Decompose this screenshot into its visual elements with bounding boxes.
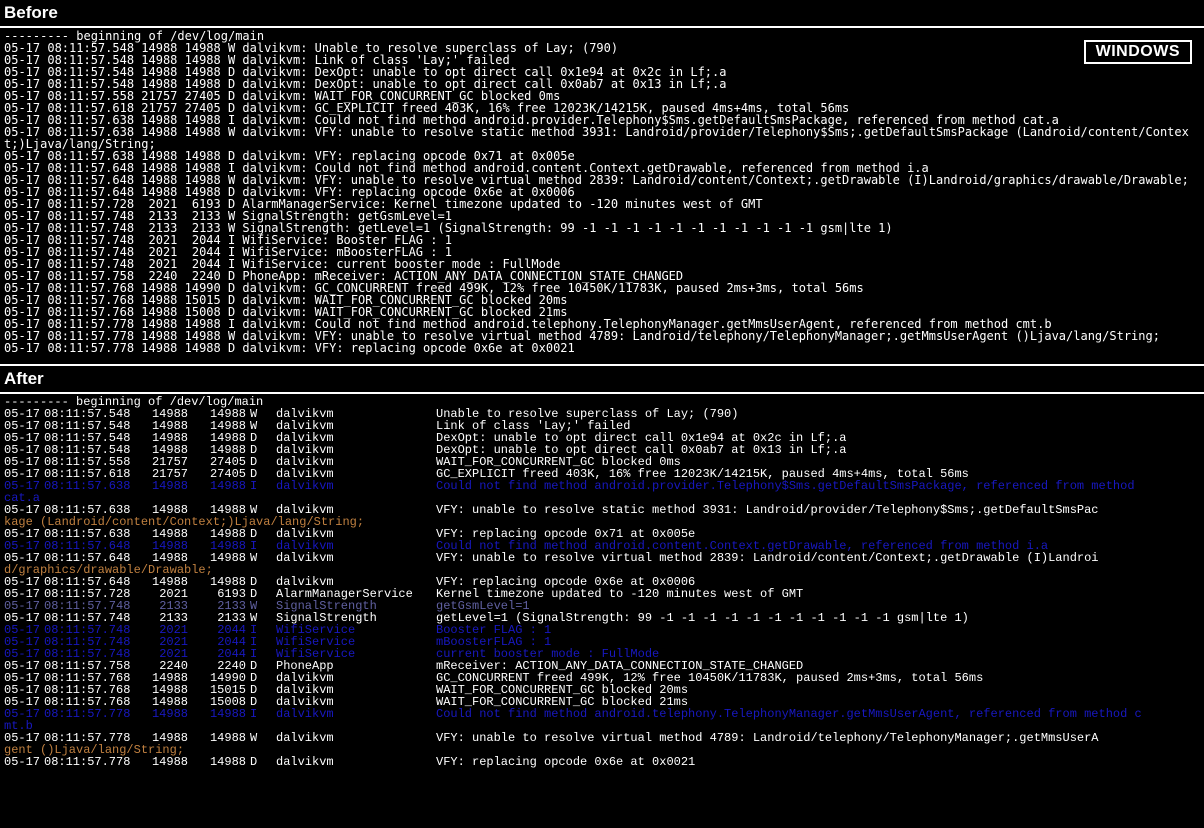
col-tag: dalvikvm <box>276 708 436 720</box>
col-tag: dalvikvm <box>276 552 436 564</box>
col-tid: 14988 <box>198 480 250 492</box>
col-tag: dalvikvm <box>276 480 436 492</box>
log-row[interactable]: 05-1708:11:57.7781498814988IdalvikvmCoul… <box>4 708 1200 720</box>
col-msg: VFY: unable to resolve virtual method 47… <box>436 732 1176 744</box>
before-title: Before <box>0 0 1204 26</box>
col-msg: Could not find method android.telephony.… <box>436 708 1176 720</box>
after-log[interactable]: --------- beginning of /dev/log/main05-1… <box>4 396 1200 768</box>
col-tid: 14988 <box>198 708 250 720</box>
col-level: W <box>250 732 276 744</box>
col-pid: 14988 <box>140 480 198 492</box>
col-msg: Could not find method android.provider.T… <box>436 480 1176 492</box>
windows-badge: WINDOWS <box>1084 40 1192 64</box>
before-panel: WINDOWS --------- beginning of /dev/log/… <box>0 28 1204 364</box>
log-row[interactable]: 05-1708:11:57.6381498814988IdalvikvmCoul… <box>4 480 1200 492</box>
col-time: 08:11:57.638 <box>44 480 140 492</box>
col-tid: 14988 <box>198 756 250 768</box>
col-msg: VFY: unable to resolve static method 393… <box>436 504 1176 516</box>
col-level: W <box>250 552 276 564</box>
after-panel: --------- beginning of /dev/log/main05-1… <box>0 394 1204 778</box>
col-tag: dalvikvm <box>276 732 436 744</box>
col-time: 08:11:57.778 <box>44 756 140 768</box>
col-pid: 14988 <box>140 756 198 768</box>
col-msg: Kernel timezone updated to -120 minutes … <box>436 588 1176 600</box>
col-level: I <box>250 708 276 720</box>
log-row[interactable]: 05-1708:11:57.7781498814988DdalvikvmVFY:… <box>4 756 1200 768</box>
col-msg: VFY: replacing opcode 0x6e at 0x0021 <box>436 756 1176 768</box>
col-pid: 14988 <box>140 708 198 720</box>
after-title: After <box>0 366 1204 392</box>
col-level: D <box>250 756 276 768</box>
col-tag: dalvikvm <box>276 756 436 768</box>
col-msg: VFY: unable to resolve virtual method 28… <box>436 552 1176 564</box>
col-date: 05-17 <box>4 756 44 768</box>
col-tid: 14988 <box>198 732 250 744</box>
col-level: I <box>250 480 276 492</box>
col-time: 08:11:57.778 <box>44 708 140 720</box>
before-log[interactable]: --------- beginning of /dev/log/main 05-… <box>4 30 1200 354</box>
